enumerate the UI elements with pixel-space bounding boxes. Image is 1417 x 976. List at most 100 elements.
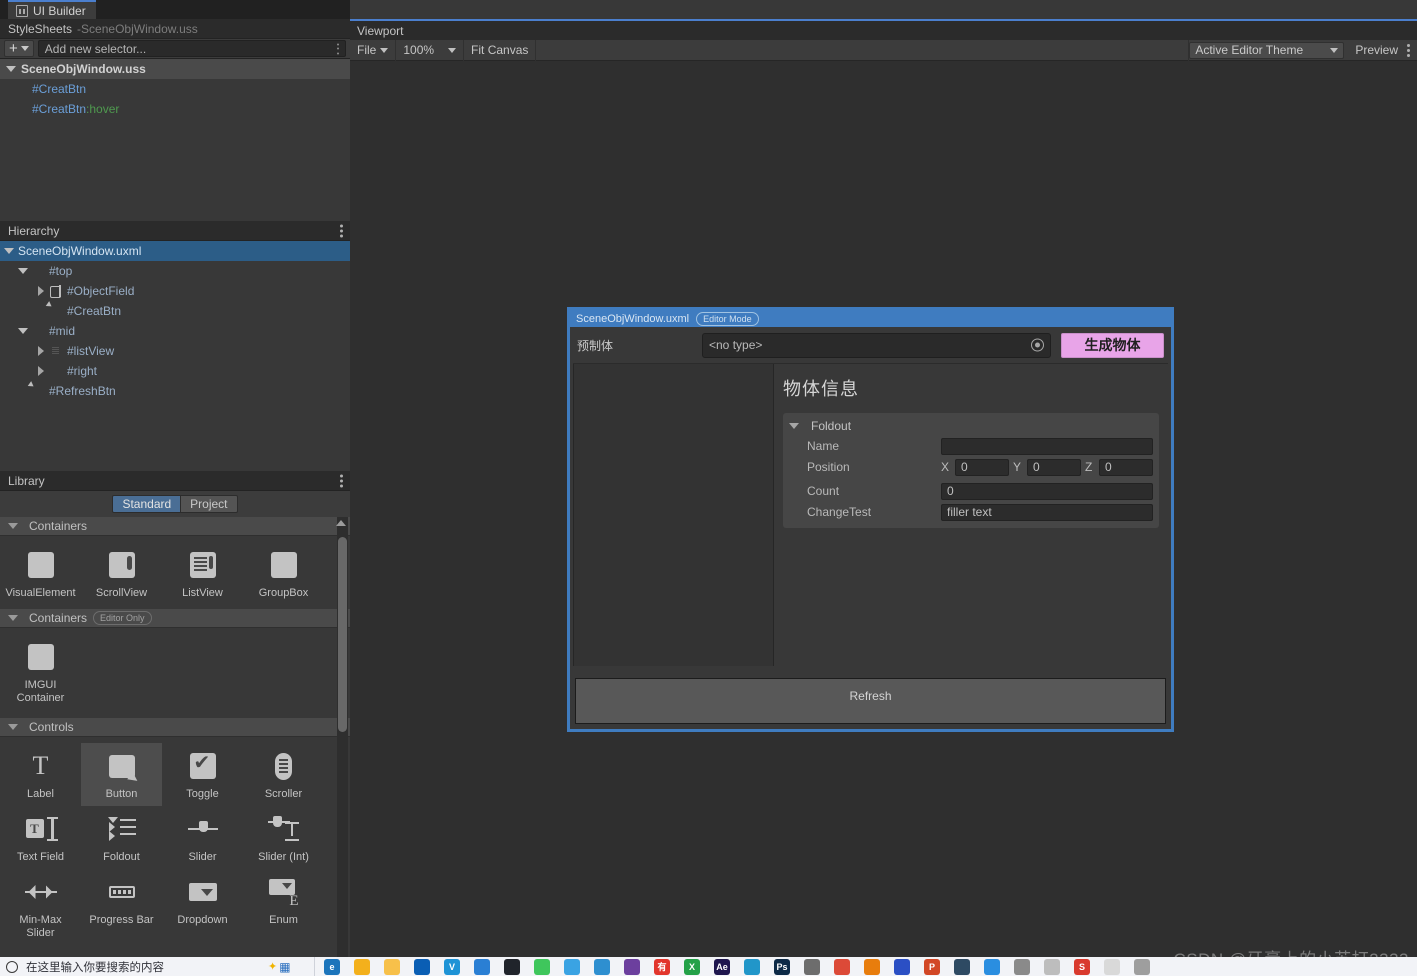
fit-canvas-button[interactable]: Fit Canvas [464, 39, 537, 61]
library-section-containers-editor[interactable]: Containers Editor Only [0, 609, 350, 628]
chevron-down-icon[interactable] [3, 248, 18, 254]
object-picker-icon[interactable] [1031, 338, 1044, 352]
photoshop-icon[interactable]: Ps [774, 958, 790, 975]
add-stylesheet-button[interactable]: + [4, 40, 34, 57]
library-item-listview[interactable]: ListView [162, 542, 243, 605]
app-icon[interactable] [1044, 958, 1060, 975]
library-item-progress-bar[interactable]: Progress Bar [81, 869, 162, 945]
edge-icon[interactable]: e [324, 958, 340, 975]
library-item-groupbox[interactable]: GroupBox [243, 542, 324, 605]
hierarchy-row-mid[interactable]: #mid [0, 321, 350, 341]
explorer-icon[interactable] [384, 958, 400, 975]
zoom-level-dropdown[interactable]: 100% [396, 39, 465, 61]
foldout-header[interactable]: Foldout [789, 417, 1153, 435]
hierarchy-row-uxml[interactable]: SceneObjWindow.uxml [0, 241, 350, 261]
uxml-canvas-window[interactable]: SceneObjWindow.uxml Editor Mode 预制体 <no … [567, 307, 1174, 732]
settings-icon[interactable] [474, 958, 490, 975]
library-item-toggle[interactable]: Toggle [162, 743, 243, 806]
library-item-scrollview[interactable]: ScrollView [81, 542, 162, 605]
baidu-icon[interactable] [984, 958, 1000, 975]
canvas-titlebar[interactable]: SceneObjWindow.uxml Editor Mode [570, 310, 1171, 327]
github-icon[interactable] [624, 958, 640, 975]
library-scrollbar-thumb[interactable] [338, 537, 347, 732]
library-scrollbar[interactable] [337, 517, 348, 959]
clion-icon[interactable] [894, 958, 910, 975]
hierarchy-options-icon[interactable] [340, 224, 343, 237]
chrome-icon[interactable] [834, 958, 850, 975]
vivaldi-icon[interactable]: V [444, 958, 460, 975]
chevron-down-icon[interactable] [6, 66, 16, 72]
preview-button[interactable]: Preview [1348, 40, 1405, 61]
position-x-input[interactable]: 0 [955, 458, 1009, 476]
library-item-slider[interactable]: Slider [162, 806, 243, 869]
listview-area[interactable] [573, 364, 774, 666]
taskbar-search[interactable]: 在这里输入你要搜索的内容 [0, 959, 268, 975]
theme-dropdown[interactable]: Active Editor Theme [1189, 41, 1345, 59]
scroll-up-icon[interactable] [336, 520, 346, 526]
name-input[interactable] [941, 437, 1153, 455]
earth-icon[interactable] [954, 958, 970, 975]
library-item-dropdown[interactable]: Dropdown [162, 869, 243, 945]
paint-icon[interactable] [1104, 958, 1120, 975]
library-item-foldout[interactable]: Foldout [81, 806, 162, 869]
360-icon[interactable]: S [1074, 958, 1090, 975]
hierarchy-row-creatbtn[interactable]: #CreatBtn [0, 301, 350, 321]
chevron-right-icon[interactable] [36, 366, 50, 376]
library-item-label[interactable]: T Label [0, 743, 81, 806]
add-new-selector-input[interactable]: Add new selector... [37, 40, 346, 57]
youdao-icon[interactable]: 有 [654, 958, 670, 975]
tab-project[interactable]: Project [181, 495, 238, 513]
qq-icon[interactable] [504, 958, 520, 975]
refresh-button[interactable]: Refresh [575, 678, 1166, 724]
library-item-button[interactable]: Button [81, 743, 162, 806]
hierarchy-row-right[interactable]: #right [0, 361, 350, 381]
mail-icon[interactable] [414, 958, 430, 975]
hierarchy-row-listview[interactable]: #listView [0, 341, 350, 361]
stylesheet-file-row[interactable]: SceneObjWindow.uss [0, 59, 350, 79]
after-effects-icon[interactable]: Ae [714, 958, 730, 975]
hierarchy-row-refreshbtn[interactable]: #RefreshBtn [0, 381, 350, 401]
file-menu-button[interactable]: File [350, 39, 397, 61]
cloud-icon[interactable] [594, 958, 610, 975]
selector-row[interactable]: #CreatBtn:hover [0, 99, 350, 119]
chevron-down-icon[interactable] [17, 328, 32, 334]
library-item-imguicontainer[interactable]: IMGUI Container [0, 634, 81, 710]
chevron-right-icon[interactable] [36, 286, 50, 296]
tab-standard[interactable]: Standard [112, 495, 182, 513]
library-item-scroller[interactable]: Scroller [243, 743, 324, 806]
library-options-icon[interactable] [340, 474, 343, 487]
chevron-right-icon[interactable] [36, 346, 50, 356]
position-y-input[interactable]: 0 [1027, 458, 1081, 476]
viewport-canvas-area[interactable]: SceneObjWindow.uxml Editor Mode 预制体 <no … [350, 61, 1417, 957]
store-icon[interactable] [354, 958, 370, 975]
library-item-enum[interactable]: E Enum [243, 869, 324, 945]
selector-options-icon[interactable] [336, 43, 339, 54]
viewport-options-icon[interactable] [1407, 43, 1410, 57]
tool-icon[interactable] [1014, 958, 1030, 975]
wechat-icon[interactable] [534, 958, 550, 975]
library-item-visualelement[interactable]: VisualElement [0, 542, 81, 605]
sync-icon[interactable] [744, 958, 760, 975]
library-item-slider-int[interactable]: Slider (Int) [243, 806, 324, 869]
hierarchy-row-objectfield[interactable]: #ObjectField [0, 281, 350, 301]
search-tool-icon[interactable] [564, 958, 580, 975]
selector-row[interactable]: #CreatBtn [0, 79, 350, 99]
blender-icon[interactable] [864, 958, 880, 975]
taskbar-widgets[interactable]: ✦ ▦ [268, 960, 312, 974]
hierarchy-row-top[interactable]: #top [0, 261, 350, 281]
xunlei-icon[interactable]: X [684, 958, 700, 975]
library-section-controls[interactable]: Controls [0, 718, 350, 737]
tab-ui-builder[interactable]: UI Builder [8, 0, 96, 19]
generate-object-button[interactable]: 生成物体 [1061, 332, 1164, 358]
count-input[interactable]: 0 [941, 482, 1153, 500]
position-z-input[interactable]: 0 [1099, 458, 1153, 476]
chevron-down-icon[interactable] [17, 268, 32, 274]
changetest-input[interactable]: filler text [941, 503, 1153, 521]
unity-icon[interactable] [804, 958, 820, 975]
library-section-containers[interactable]: Containers [0, 517, 350, 536]
library-item-min-max-slider[interactable]: Min-Max Slider [0, 869, 81, 945]
library-item-textfield[interactable]: T Text Field [0, 806, 81, 869]
misc-icon[interactable] [1134, 958, 1150, 975]
powerpoint-icon[interactable]: P [924, 958, 940, 975]
prefab-object-field[interactable]: <no type> [702, 332, 1051, 358]
